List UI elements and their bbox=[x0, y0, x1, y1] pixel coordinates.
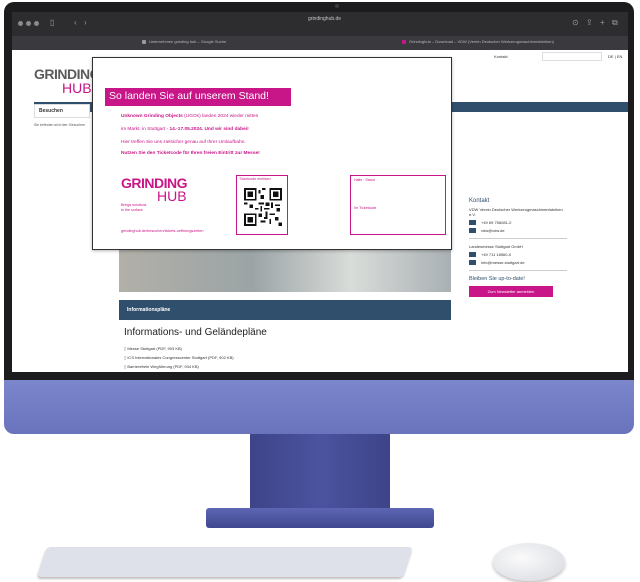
doc-link[interactable]: ICS Internationales Congresscenter Stutt… bbox=[124, 355, 233, 360]
email-link[interactable]: vdw@vdw.de bbox=[481, 228, 505, 233]
popup-line: Hier treffen Sie uns zielsicher genau au… bbox=[121, 140, 246, 145]
mail-icon bbox=[469, 228, 476, 233]
contact-sidebar: Kontakt VDW Verein Deutscher Werkzeugmas… bbox=[469, 198, 567, 297]
tagline-line: to the surface bbox=[121, 207, 143, 212]
newsletter-heading: Bleiben Sie up-to-date! bbox=[469, 276, 525, 282]
address-bar[interactable]: grindinghub.de bbox=[308, 16, 341, 22]
tab-label: Unternehmen grinding hub – Google Suche bbox=[149, 39, 227, 44]
language-switch[interactable]: DE | EN bbox=[608, 54, 622, 59]
kontakt-link[interactable]: Kontakt bbox=[494, 54, 508, 59]
popup-line: Nutzen Sie den Ticketcode für Ihren frei… bbox=[121, 151, 260, 156]
tab-strip: Unternehmen grinding hub – Google Suche … bbox=[12, 36, 628, 50]
popup-line: im Markt, in Stuttgart - 14.-17.05.2024.… bbox=[121, 127, 249, 132]
ticket-popup: So landen Sie auf unserem Stand! Unknown… bbox=[92, 57, 452, 250]
monitor-stand bbox=[250, 434, 390, 512]
ticket-label: Ticketcode einlösen bbox=[239, 177, 271, 181]
qr-code-icon bbox=[244, 188, 282, 226]
popup-logo: GRINDING HUB bbox=[121, 176, 188, 204]
camera-icon bbox=[335, 4, 339, 8]
divider bbox=[469, 238, 567, 239]
field-label-ticketcode: Ihr Ticketcode bbox=[354, 206, 377, 210]
popup-line-rest: (UGOs) landen 2024 wieder mitten bbox=[182, 114, 259, 119]
new-tab-icon[interactable]: + bbox=[600, 18, 605, 27]
minimize-window-icon[interactable] bbox=[26, 21, 31, 26]
maximize-window-icon[interactable] bbox=[34, 21, 39, 26]
tab-favicon-icon bbox=[402, 39, 406, 44]
tab-grindinghub[interactable]: Grindinghub – Download – VDW (Verein Deu… bbox=[402, 39, 554, 44]
page-title: Informations- und Geländepläne bbox=[124, 327, 267, 338]
back-icon[interactable]: ‹ bbox=[74, 18, 77, 27]
tab-favicon-icon bbox=[142, 39, 146, 44]
keyboard bbox=[37, 547, 413, 577]
tabs-overview-icon[interactable]: ⧉ bbox=[612, 18, 618, 28]
popup-line: Unknown Grinding Objects (UGOs) landen 2… bbox=[121, 114, 258, 119]
screen: ▯ ‹ › grindinghub.de ⊙ ⇪ + ⧉ Unternehmen… bbox=[12, 12, 628, 372]
mail-icon bbox=[469, 260, 476, 265]
ticket-qr-box[interactable]: Ticketcode einlösen bbox=[236, 175, 288, 235]
phone-link[interactable]: +49 69 756081-0 bbox=[481, 220, 511, 225]
sidebar-toggle-icon[interactable]: ▯ bbox=[50, 18, 54, 27]
org-name: Landesmesse Stuttgart GmbH bbox=[469, 244, 523, 249]
browser-toolbar: ▯ ‹ › grindinghub.de ⊙ ⇪ + ⧉ bbox=[12, 12, 628, 36]
popup-logo-hub: HUB bbox=[157, 188, 187, 204]
search-input[interactable] bbox=[542, 52, 602, 61]
share-icon[interactable]: ⇪ bbox=[586, 18, 593, 27]
popup-line-bold: Unknown Grinding Objects bbox=[121, 114, 183, 119]
nav-item-besuchen[interactable]: Besuchen bbox=[34, 104, 90, 118]
popup-line-bold: 14.-17.05.2024. Und wir sind dabei! bbox=[169, 127, 249, 132]
breadcrumb: Sie befinden sich hier: Besuchen bbox=[34, 123, 85, 127]
mouse bbox=[493, 543, 565, 581]
popup-line-start: im Markt, in Stuttgart - bbox=[121, 127, 170, 132]
doc-link[interactable]: Messe Stuttgart (PDF, 903 KB) bbox=[124, 346, 182, 351]
scene: ▯ ‹ › grindinghub.de ⊙ ⇪ + ⧉ Unternehmen… bbox=[0, 0, 640, 582]
popup-heading: So landen Sie auf unserem Stand! bbox=[105, 88, 291, 106]
newsletter-button[interactable]: Zum Newsletter anmelden bbox=[469, 286, 553, 297]
tab-label: Grindinghub – Download – VDW (Verein Deu… bbox=[409, 39, 554, 44]
ticket-fields-box[interactable]: Halle · Stand Ihr Ticketcode bbox=[350, 175, 446, 235]
section-header: Informationspläne bbox=[119, 300, 451, 320]
field-label-stand: Halle · Stand bbox=[354, 178, 375, 182]
monitor-chin bbox=[4, 380, 634, 434]
popup-tagline: Brings solutions to the surface bbox=[121, 203, 146, 212]
email-link[interactable]: info@messe-stuttgart.de bbox=[481, 260, 525, 265]
popup-url[interactable]: grindinghub.de/besuchen/tickets-oeffnung… bbox=[121, 229, 203, 233]
doc-link[interactable]: Barrierefreie Wegführung (PDF, 934 KB) bbox=[124, 364, 199, 369]
kontakt-heading: Kontakt bbox=[469, 198, 490, 204]
download-icon[interactable]: ⊙ bbox=[572, 18, 579, 27]
close-window-icon[interactable] bbox=[18, 21, 23, 26]
phone-icon bbox=[469, 220, 476, 225]
phone-link[interactable]: +49 711 18560-0 bbox=[481, 252, 511, 257]
tab-google[interactable]: Unternehmen grinding hub – Google Suche bbox=[142, 39, 226, 44]
tagline-line: Brings solutions bbox=[121, 203, 147, 207]
site-logo[interactable]: GRINDING HUB bbox=[34, 66, 101, 95]
divider bbox=[469, 270, 567, 271]
forward-icon[interactable]: › bbox=[84, 18, 87, 27]
monitor-base bbox=[206, 508, 434, 528]
phone-icon bbox=[469, 252, 476, 257]
org-name: VDW Verein Deutscher Werkzeugmaschinenfa… bbox=[469, 207, 563, 217]
